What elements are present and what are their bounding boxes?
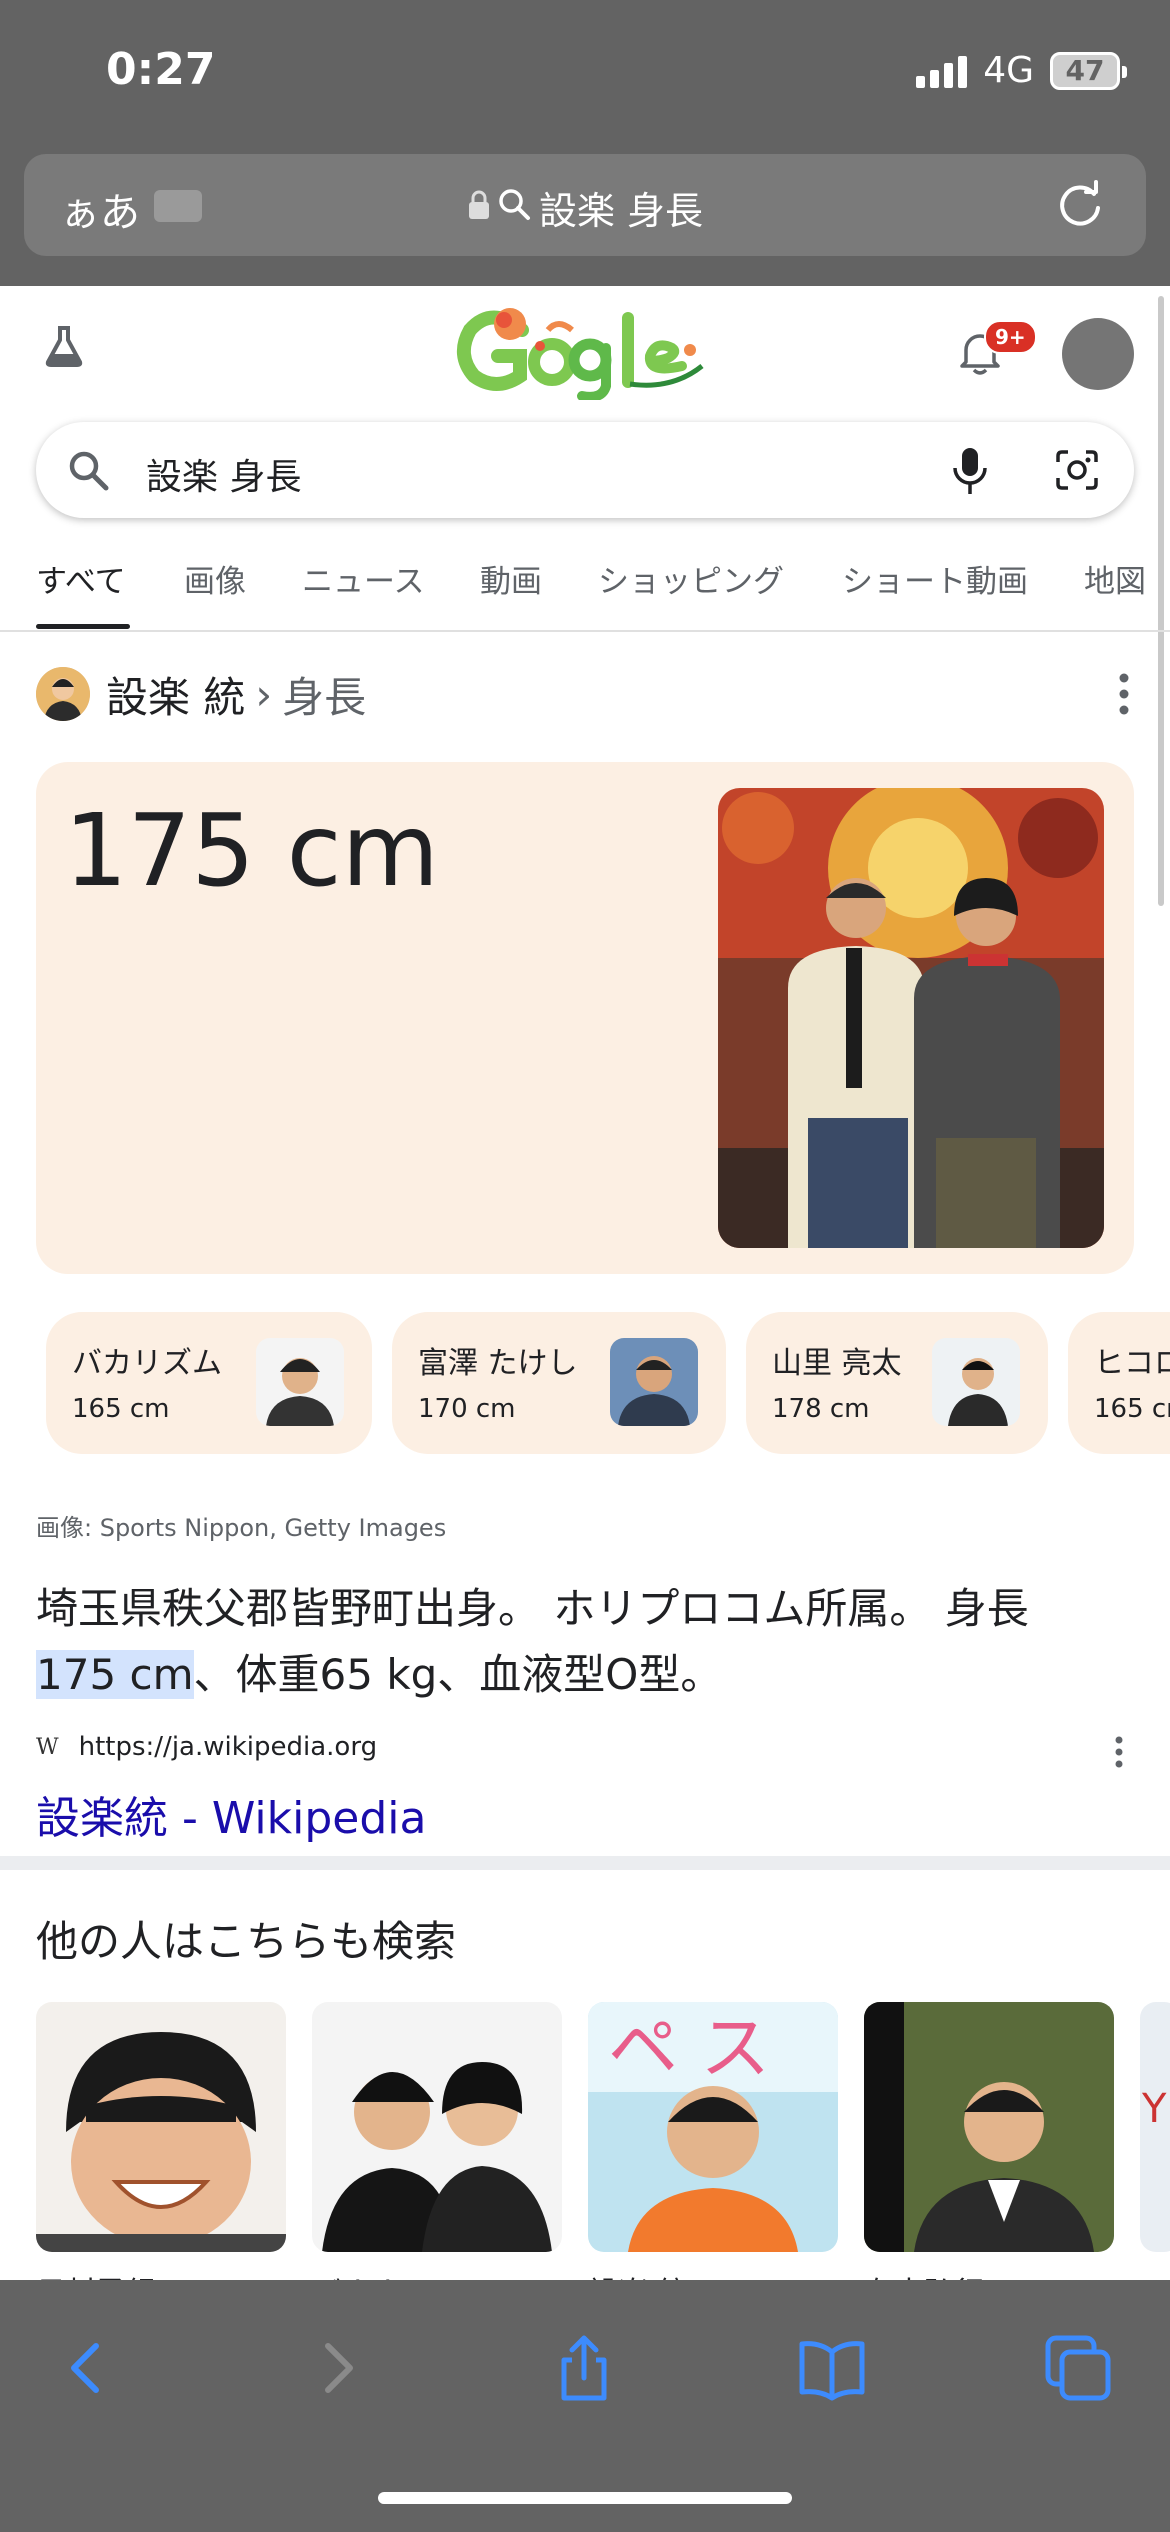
snippet-highlight: 175 cm — [36, 1650, 194, 1699]
tab-news[interactable]: ニュース — [302, 556, 424, 601]
battery-level: 47 — [1065, 54, 1105, 87]
result-menu-icon[interactable] — [1114, 1736, 1124, 1768]
browser-address-bar: ぁあ 設楽 身長 — [0, 150, 1170, 286]
address-pill[interactable]: ぁあ 設楽 身長 — [24, 154, 1146, 256]
related-photo — [256, 1338, 344, 1426]
entity-name: 設楽 統 — [106, 672, 246, 722]
tab-all[interactable]: すべて — [36, 556, 126, 601]
section-divider — [0, 1856, 1170, 1870]
related-height-card[interactable]: バカリズム 165 cm — [46, 1312, 372, 1454]
svg-text:Y: Y — [1141, 2086, 1167, 2132]
entity-avatar — [36, 667, 90, 721]
entity-attribute: 身長 — [282, 672, 367, 722]
search-icon — [497, 186, 531, 230]
tabs-icon[interactable] — [1042, 2332, 1114, 2404]
also-search-tile[interactable] — [864, 2002, 1114, 2252]
more-options-icon[interactable] — [1118, 672, 1130, 716]
image-credit: 画像: Sports Nippon, Getty Images — [36, 1514, 447, 1542]
signal-icon — [916, 54, 968, 88]
related-photo — [932, 1338, 1020, 1426]
related-height: 165 cm — [1094, 1394, 1170, 1424]
bookmarks-icon[interactable] — [796, 2332, 868, 2404]
browser-toolbar — [0, 2280, 1170, 2532]
labs-flask-icon[interactable] — [40, 322, 88, 370]
also-search-name[interactable]: 有吉弘行 — [864, 2268, 984, 2280]
microphone-icon[interactable] — [950, 446, 990, 496]
result-source[interactable]: W https://ja.wikipedia.org — [36, 1732, 377, 1762]
google-doodle-logo[interactable] — [452, 300, 708, 400]
battery-icon: 47 — [1050, 51, 1127, 90]
related-name: 山里 亮太 — [772, 1346, 902, 1381]
wikipedia-favicon: W — [36, 1734, 59, 1760]
related-height-card[interactable]: ヒコロ 165 cm — [1068, 1312, 1170, 1454]
height-value: 175 cm — [64, 792, 440, 909]
avatar[interactable] — [1062, 318, 1134, 390]
search-results-page[interactable]: 9+ 設楽 身長 すべて 画像 ニュース 動画 ショッピング ショート動画 地図… — [0, 286, 1170, 2280]
source-url: https://ja.wikipedia.org — [78, 1732, 378, 1762]
search-icon — [69, 451, 109, 491]
also-search-tile[interactable] — [312, 2002, 562, 2252]
related-height-card[interactable]: 富澤 たけし 170 cm — [392, 1312, 726, 1454]
search-box[interactable]: 設楽 身長 — [36, 422, 1134, 518]
related-height: 165 cm — [72, 1394, 170, 1424]
related-name: 富澤 たけし — [418, 1346, 578, 1381]
tab-short-videos[interactable]: ショート動画 — [842, 556, 1028, 601]
tab-videos[interactable]: 動画 — [480, 556, 542, 601]
result-title-link[interactable]: 設楽統 - Wikipedia — [36, 1782, 426, 1846]
forward-icon[interactable] — [302, 2332, 374, 2404]
related-name: ヒコロ — [1094, 1346, 1170, 1381]
snippet-text: 、体重65 kg、血液型O型。 — [193, 1650, 723, 1699]
height-answer-card: 175 cm — [36, 762, 1134, 1274]
breadcrumb-separator: › — [255, 669, 273, 719]
height-photo[interactable] — [718, 788, 1104, 1248]
related-height: 178 cm — [772, 1394, 870, 1424]
back-icon[interactable] — [50, 2332, 122, 2404]
snippet-text: 埼玉県秩父郡皆野町出身。 ホリプロコム所属。 身長 — [36, 1584, 1029, 1633]
tab-images[interactable]: 画像 — [184, 556, 246, 601]
entity-breadcrumb[interactable]: 設楽 統 › 身長 — [36, 666, 366, 722]
notifications-button[interactable]: 9+ — [958, 320, 1037, 382]
search-input[interactable]: 設楽 身長 — [146, 448, 301, 500]
reload-icon[interactable] — [1054, 180, 1106, 232]
related-height: 170 cm — [418, 1394, 516, 1424]
also-search-tile[interactable]: ペ ス — [588, 2002, 838, 2252]
people-also-search-title: 他の人はこちらも検索 — [36, 1917, 457, 1966]
also-search-name[interactable]: 日村勇紀 — [36, 2268, 156, 2280]
address-text: 設楽 身長 — [538, 189, 704, 233]
svg-text:ペ ス: ペ ス — [608, 2007, 770, 2089]
also-search-tile[interactable] — [36, 2002, 286, 2252]
status-bar: 0:27 4G 47 — [0, 0, 1170, 150]
tab-maps[interactable]: 地図 — [1084, 556, 1146, 601]
address-field[interactable]: 設楽 身長 — [24, 180, 1146, 235]
lock-icon — [467, 186, 491, 230]
search-tabs: すべて 画像 ニュース 動画 ショッピング ショート動画 地図 — [0, 540, 1170, 632]
related-height-card[interactable]: 山里 亮太 178 cm — [746, 1312, 1048, 1454]
lens-camera-icon[interactable] — [1054, 448, 1100, 492]
status-indicators: 4G 47 — [916, 50, 1127, 91]
related-name: バカリズム — [72, 1346, 222, 1381]
share-icon[interactable] — [548, 2332, 620, 2404]
home-indicator[interactable] — [378, 2492, 792, 2504]
tab-shopping[interactable]: ショッピング — [598, 556, 784, 601]
result-snippet: 埼玉県秩父郡皆野町出身。 ホリプロコム所属。 身長 175 cm、体重65 kg、… — [36, 1576, 1136, 1708]
related-photo — [610, 1338, 698, 1426]
also-search-tile[interactable]: Y — [1140, 2002, 1170, 2252]
active-tab-indicator — [36, 624, 130, 629]
status-time: 0:27 — [106, 44, 216, 95]
network-label: 4G — [983, 50, 1034, 91]
notification-badge: 9+ — [984, 320, 1037, 354]
also-search-name[interactable]: バナナマン — [312, 2268, 462, 2280]
also-search-name[interactable]: 設楽 統 — [588, 2268, 688, 2280]
